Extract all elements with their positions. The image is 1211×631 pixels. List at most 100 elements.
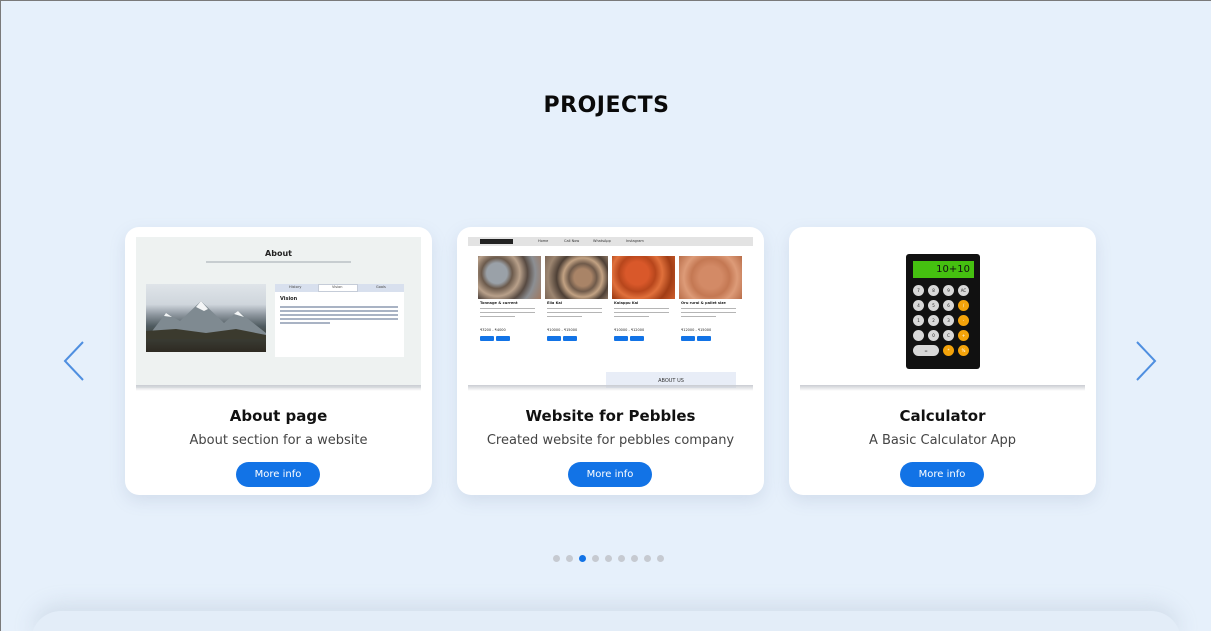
- thumbnail-subtitle-line: [206, 261, 351, 263]
- product-name: Ella Kal: [547, 301, 563, 305]
- product-price: ₹12000 - ₹15000: [681, 328, 712, 332]
- product-price: ₹10000 - ₹15000: [547, 328, 578, 332]
- thumbnail-call-button: [614, 336, 628, 341]
- more-info-button[interactable]: More info: [236, 462, 320, 487]
- text-line: [280, 310, 398, 312]
- text-line: [480, 312, 535, 314]
- calc-key: -: [958, 315, 969, 326]
- calc-key: 7: [913, 285, 924, 296]
- calc-key: 6: [943, 300, 954, 311]
- text-line: [280, 322, 330, 324]
- thumbnail-tab-goals: Goals: [376, 285, 386, 289]
- thumbnail-call-button: [480, 336, 494, 341]
- stone-image: [679, 256, 742, 299]
- calc-key: 4: [913, 300, 924, 311]
- stone-image: [478, 256, 541, 299]
- product-name: Tonnage & current: [480, 301, 518, 305]
- thumbnail-call-button: [681, 336, 695, 341]
- calculator-display: 10+10: [913, 261, 974, 278]
- product-name: Kalappu Kal: [614, 301, 639, 305]
- product-price: ₹10000 - ₹12000: [614, 328, 645, 332]
- carousel-dot[interactable]: [657, 555, 664, 562]
- thumbnail-shadow: [468, 385, 753, 391]
- card-title: Calculator: [899, 407, 986, 425]
- next-section-edge: [31, 611, 1181, 631]
- project-card-calculator: 10+10 7 8 9 AC 4 5 6 / 1 2 3 - 0 C + = *…: [789, 227, 1096, 495]
- thumbnail-tab-history: History: [289, 285, 302, 289]
- text-line: [681, 312, 736, 314]
- product-name: Oru rural & pallet size: [681, 301, 726, 305]
- text-line: [547, 316, 582, 318]
- calculator-thumbnail: 10+10 7 8 9 AC 4 5 6 / 1 2 3 - 0 C + = *…: [800, 237, 1085, 388]
- stone-image: [612, 256, 675, 299]
- card-description: A Basic Calculator App: [868, 433, 1017, 448]
- project-card-about-page: About History Vision Goals Vision About …: [125, 227, 432, 495]
- thumbnail-nav-instagram: Instagram: [626, 239, 644, 243]
- calc-key: %: [958, 345, 969, 356]
- calc-key: 5: [928, 300, 939, 311]
- calc-key: AC: [958, 285, 969, 296]
- carousel-dot[interactable]: [618, 555, 625, 562]
- card-title: Website for Pebbles: [525, 407, 696, 425]
- calculator-image: 10+10 7 8 9 AC 4 5 6 / 1 2 3 - 0 C + = *…: [906, 254, 980, 369]
- mountain-illustration: [146, 301, 266, 339]
- pebbles-website-thumbnail: Home Call Now WhatsApp Instagram Tonnage…: [468, 237, 753, 388]
- text-line: [547, 312, 602, 314]
- text-line: [614, 308, 669, 310]
- project-card-pebbles: Home Call Now WhatsApp Instagram Tonnage…: [457, 227, 764, 495]
- calc-key: 8: [928, 285, 939, 296]
- thumbnail-panel-title: Vision: [280, 296, 298, 302]
- card-description: Created website for pebbles company: [486, 433, 735, 448]
- text-line: [280, 306, 398, 308]
- chevron-right-icon: [1136, 341, 1157, 381]
- carousel-prev-button[interactable]: [61, 339, 87, 383]
- text-line: [280, 314, 398, 316]
- text-line: [681, 308, 736, 310]
- carousel-dot[interactable]: [566, 555, 573, 562]
- calc-key: /: [958, 300, 969, 311]
- calc-key: 3: [943, 315, 954, 326]
- thumbnail-nav-call: Call Now: [564, 239, 580, 243]
- more-info-button[interactable]: More info: [900, 462, 984, 487]
- pebbles-logo: [480, 239, 513, 244]
- card-description: About section for a website: [189, 433, 368, 448]
- carousel-dot[interactable]: [553, 555, 560, 562]
- thumbnail-details-button: [630, 336, 644, 341]
- text-line: [614, 312, 669, 314]
- thumbnail-details-button: [697, 336, 711, 341]
- calc-key: +: [958, 330, 969, 341]
- calc-key: 9: [943, 285, 954, 296]
- chevron-left-icon: [63, 341, 84, 381]
- carousel-dot[interactable]: [592, 555, 599, 562]
- product-price: ₹3200 - ₹4000: [480, 328, 506, 332]
- thumbnail-heading: About: [265, 249, 292, 258]
- section-title: PROJECTS: [543, 93, 670, 118]
- carousel-dot[interactable]: [605, 555, 612, 562]
- vision-panel: History Vision Goals Vision: [275, 284, 404, 357]
- calc-key: 0: [928, 330, 939, 341]
- thumbnail-call-button: [547, 336, 561, 341]
- carousel-next-button[interactable]: [1133, 339, 1159, 383]
- text-line: [280, 318, 398, 320]
- text-line: [681, 316, 716, 318]
- calc-key: *: [943, 345, 954, 356]
- thumbnail-shadow: [136, 385, 421, 391]
- card-title: About page: [229, 407, 328, 425]
- thumbnail-about-label: ABOUT US: [658, 378, 684, 384]
- carousel-dot[interactable]: [631, 555, 638, 562]
- calc-key: 1: [913, 315, 924, 326]
- about-page-thumbnail: About History Vision Goals Vision: [136, 237, 421, 388]
- thumbnail-details-button: [563, 336, 577, 341]
- text-line: [480, 308, 535, 310]
- calc-key: [913, 330, 924, 341]
- carousel-dot[interactable]: [644, 555, 651, 562]
- thumbnail-shadow: [800, 385, 1085, 391]
- text-line: [547, 308, 602, 310]
- calc-key: C: [943, 330, 954, 341]
- more-info-button[interactable]: More info: [568, 462, 652, 487]
- carousel-dot[interactable]: [579, 555, 586, 562]
- thumbnail-tab-vision: Vision: [332, 285, 343, 289]
- thumbnail-nav-home: Home: [538, 239, 549, 243]
- thumbnail-details-button: [496, 336, 510, 341]
- text-line: [480, 316, 515, 318]
